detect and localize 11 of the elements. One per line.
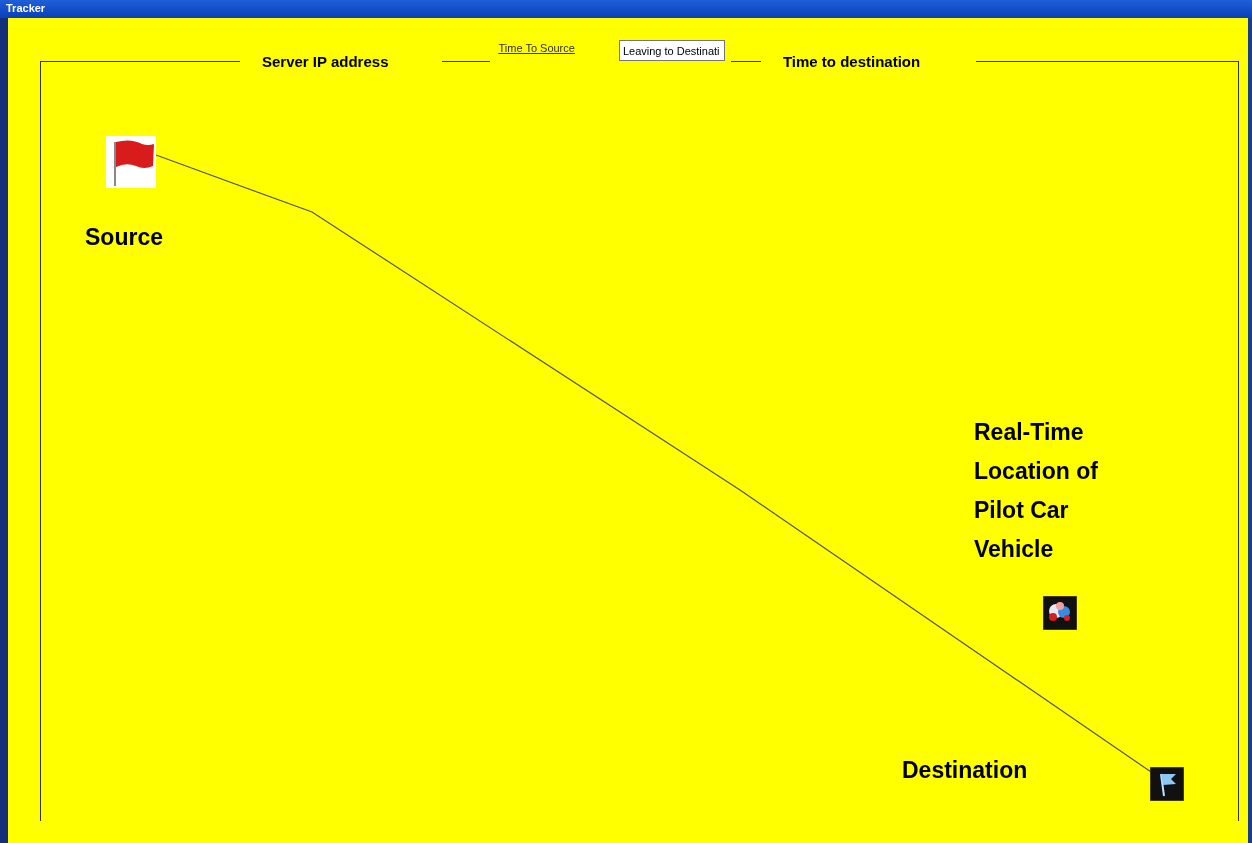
car-icon	[1043, 596, 1077, 630]
window-title: Tracker	[0, 0, 1252, 18]
time-to-destination-label: Time to destination	[782, 52, 921, 70]
flag-icon	[106, 136, 156, 188]
source-label: Source	[85, 223, 164, 252]
flag-icon	[1150, 767, 1184, 801]
server-ip-label: Server IP address	[262, 52, 389, 70]
vehicle-label: Real-Time Location of Pilot Car Vehicle	[974, 418, 1099, 565]
destination-label: Destination	[902, 756, 1029, 785]
status-field[interactable]: Leaving to Destinati	[618, 40, 725, 61]
time-to-source-link[interactable]: Time To Source	[498, 42, 575, 54]
